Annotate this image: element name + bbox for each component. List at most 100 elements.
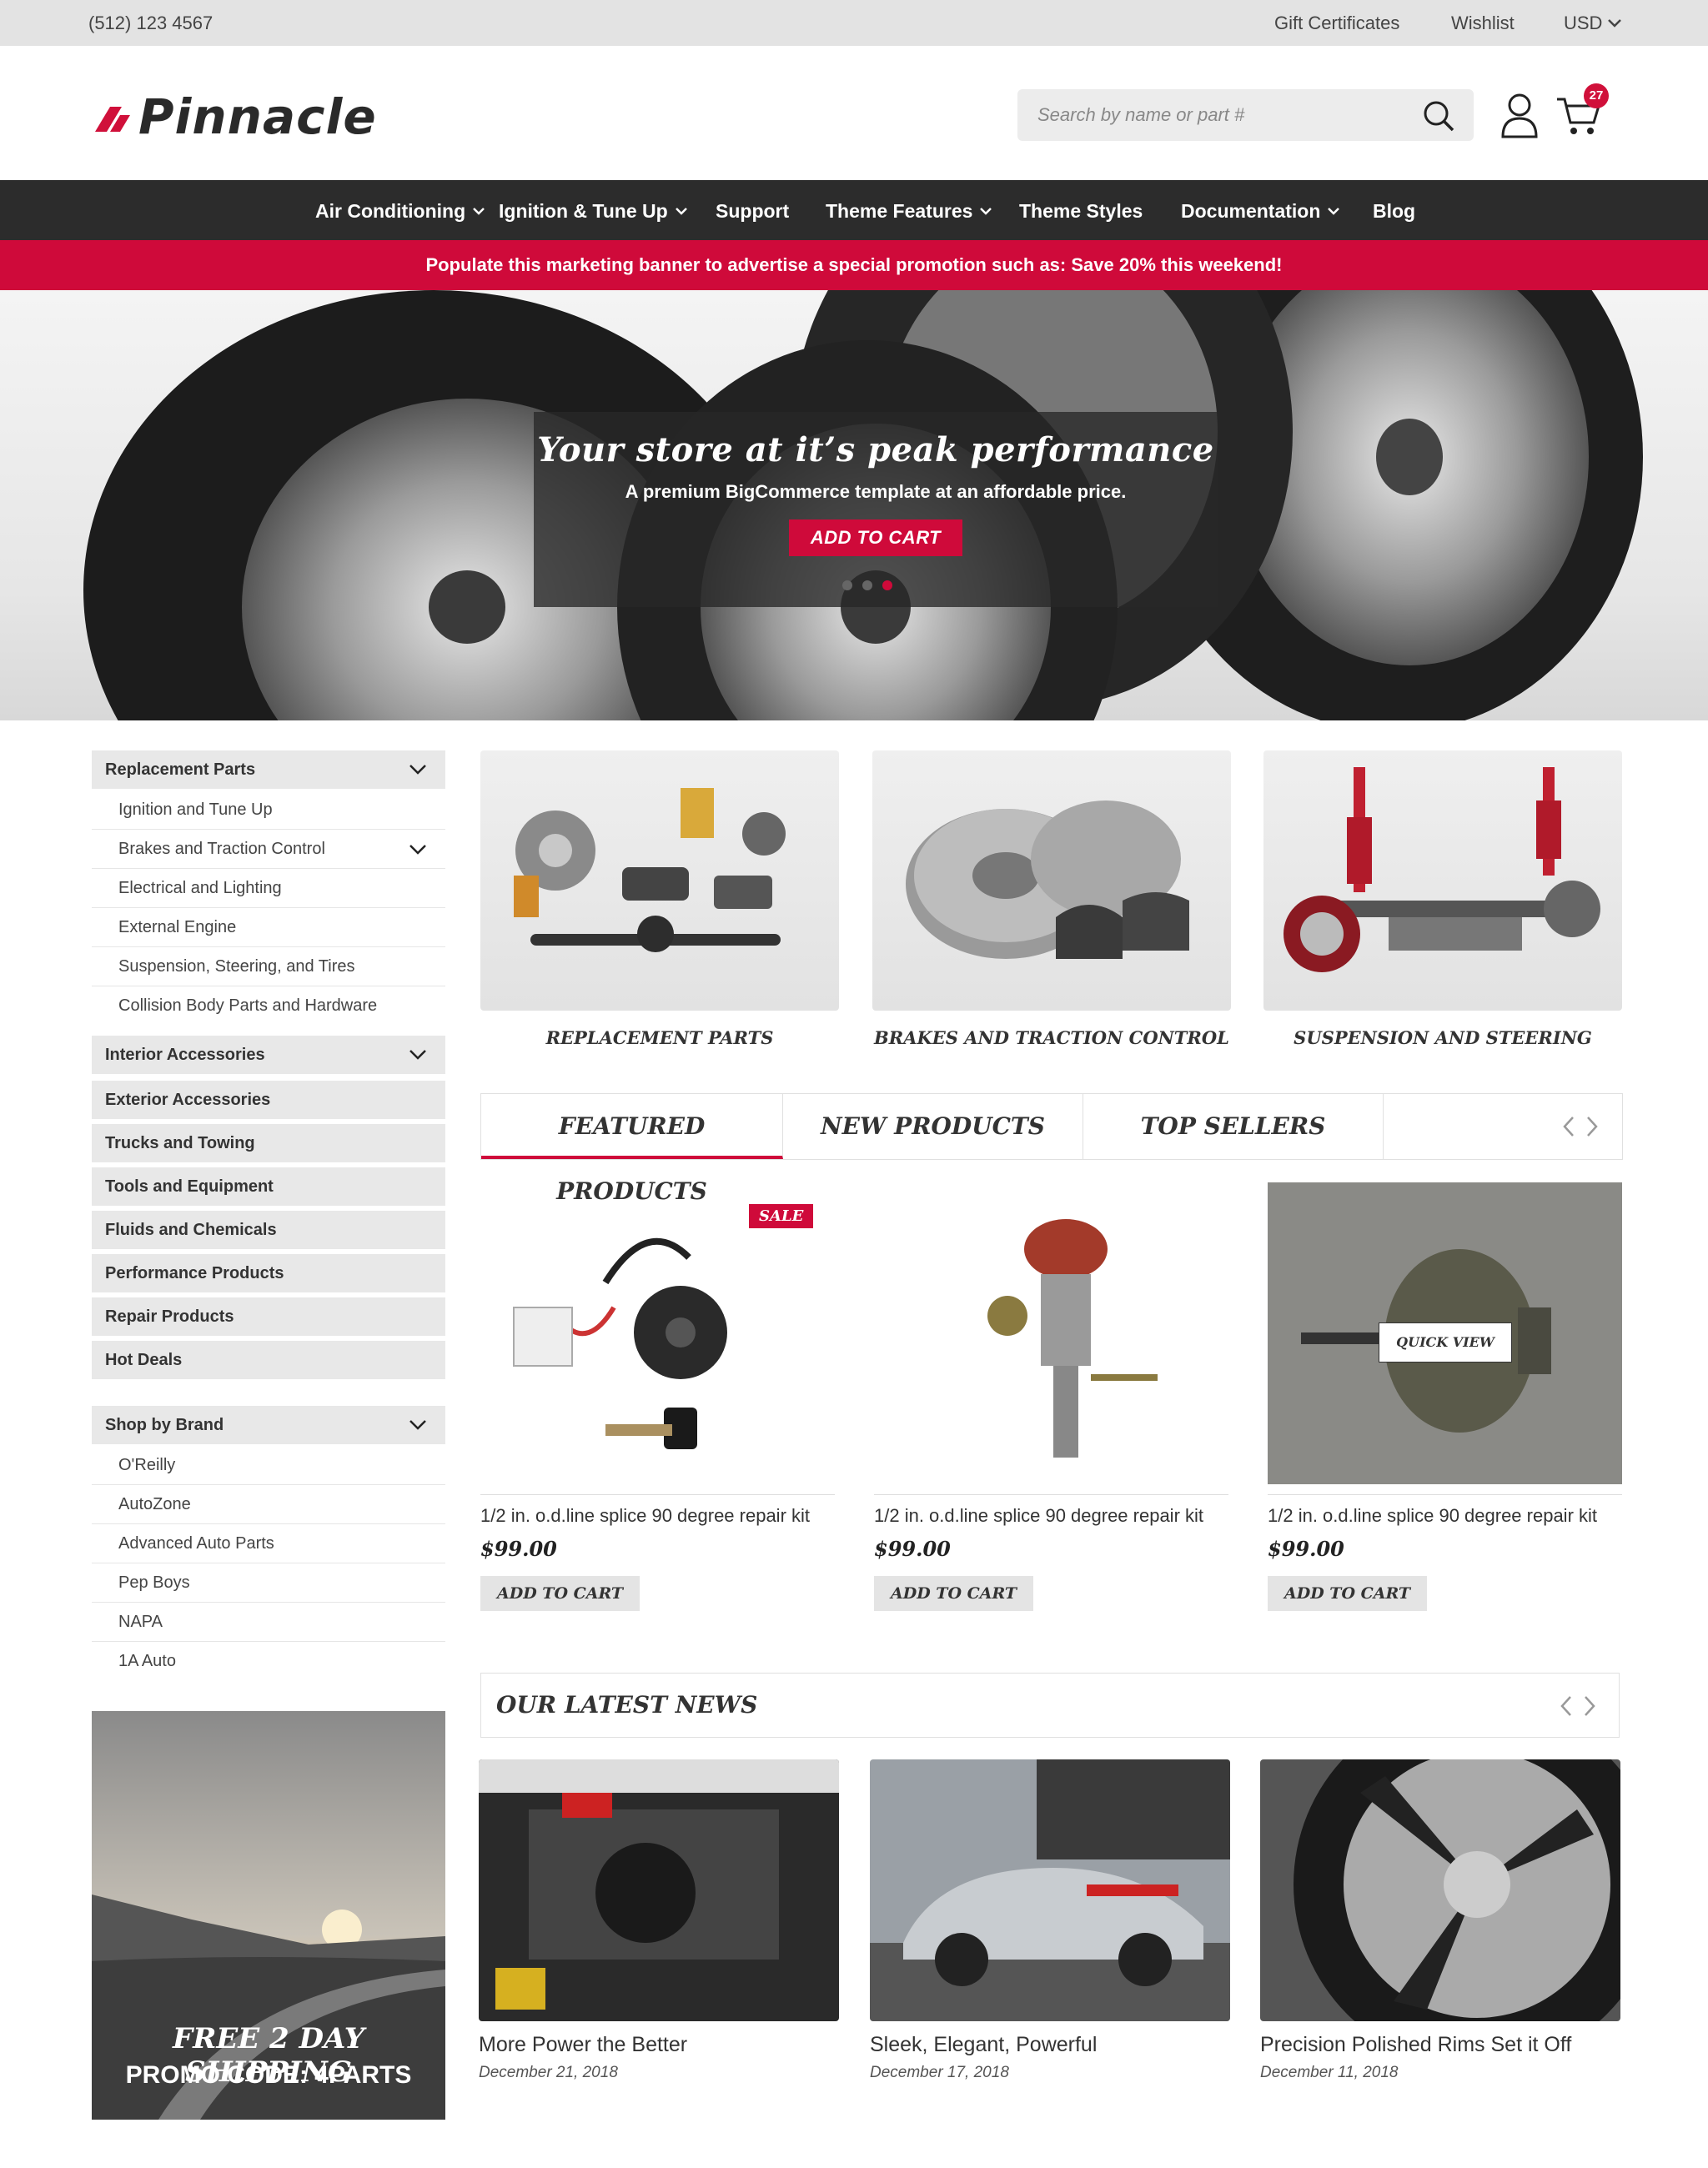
phone-number[interactable]: (512) 123 4567	[88, 13, 213, 34]
add-to-cart-button[interactable]: ADD TO CART	[1268, 1576, 1428, 1611]
nav-item-support[interactable]: Support	[716, 200, 789, 223]
product-image	[874, 1182, 1228, 1484]
product-price: $99.00	[874, 1537, 951, 1561]
nav-label: Ignition & Tune Up	[499, 200, 668, 222]
nav-label: Documentation	[1181, 200, 1321, 222]
sidebar-item[interactable]: Ignition and Tune Up	[92, 790, 445, 830]
hero-caption: Your store at it’s peak performance A pr…	[534, 412, 1218, 607]
product-title[interactable]: 1/2 in. o.d.line splice 90 degree repair…	[874, 1505, 1228, 1527]
hero-slider[interactable]: Your store at it’s peak performance A pr…	[0, 290, 1708, 720]
sidebar-category[interactable]: Hot Deals	[92, 1341, 445, 1379]
nav-item-blog[interactable]: Blog	[1373, 200, 1415, 223]
news-title[interactable]: Precision Polished Rims Set it Off	[1260, 2033, 1620, 2057]
sidebar-item[interactable]: Electrical and Lighting	[92, 869, 445, 908]
category-label: SUSPENSION AND STEERING	[1294, 1027, 1592, 1048]
chevron-down-icon[interactable]	[409, 763, 427, 776]
sidebar-category[interactable]: Trucks and Towing	[92, 1124, 445, 1162]
chevron-down-icon	[1608, 19, 1622, 28]
quick-view-button[interactable]: QUICK VIEW	[1379, 1322, 1512, 1363]
slider-dots	[842, 580, 892, 590]
latest-news-header: OUR LATEST NEWS	[480, 1673, 1620, 1738]
nav-item-theme-features[interactable]: Theme Features	[826, 200, 992, 223]
sidebar-item[interactable]: Suspension, Steering, and Tires	[92, 947, 445, 986]
chevron-right-icon[interactable]	[1581, 1114, 1601, 1139]
news-title[interactable]: Sleek, Elegant, Powerful	[870, 2033, 1230, 2057]
brand-item[interactable]: 1A Auto	[92, 1642, 445, 1681]
chevron-left-icon[interactable]	[1560, 1114, 1580, 1139]
tab-new-products[interactable]: NEW PRODUCTS	[783, 1094, 1083, 1159]
search-input[interactable]	[1017, 89, 1409, 141]
sidebar-header-replacement-parts[interactable]: Replacement Parts	[92, 750, 445, 789]
sidebar-category[interactable]: Performance Products	[92, 1254, 445, 1292]
currency-label: USD	[1564, 13, 1603, 33]
nav-label: Air Conditioning	[315, 200, 466, 222]
sidebar-header-shop-by-brand[interactable]: Shop by Brand	[92, 1406, 445, 1444]
hero-add-to-cart-button[interactable]: ADD TO CART	[788, 519, 963, 556]
brand-item[interactable]: Pep Boys	[92, 1563, 445, 1603]
slider-dot[interactable]	[842, 580, 852, 590]
sidebar-header-interior[interactable]: Interior Accessories	[92, 1036, 445, 1074]
news-card[interactable]: Precision Polished Rims Set it Off Decem…	[1260, 1759, 1620, 2082]
category-label: BRAKES AND TRACTION CONTROL	[874, 1027, 1229, 1048]
add-to-cart-button[interactable]: ADD TO CART	[480, 1576, 640, 1611]
brand-item[interactable]: NAPA	[92, 1603, 445, 1642]
chevron-down-icon	[473, 207, 485, 215]
logo[interactable]: Pinnacle	[92, 88, 377, 146]
chevron-down-icon[interactable]	[409, 1418, 427, 1432]
news-card[interactable]: Sleek, Elegant, Powerful December 17, 20…	[870, 1759, 1230, 2082]
category-card-brakes[interactable]: BRAKES AND TRACTION CONTROL	[872, 750, 1231, 1048]
sidebar-header-label: Interior Accessories	[105, 1046, 265, 1064]
wishlist-link[interactable]: Wishlist	[1451, 13, 1515, 34]
news-card[interactable]: More Power the Better December 21, 2018	[479, 1759, 839, 2082]
chevron-down-icon[interactable]	[409, 843, 427, 856]
chevron-down-icon	[675, 207, 687, 215]
slider-dot-active[interactable]	[882, 580, 892, 590]
add-to-cart-button[interactable]: ADD TO CART	[874, 1576, 1034, 1611]
product-title[interactable]: 1/2 in. o.d.line splice 90 degree repair…	[480, 1505, 835, 1527]
brand-item[interactable]: O'Reilly	[92, 1446, 445, 1485]
sidebar-header-label: Shop by Brand	[105, 1416, 224, 1434]
category-card-suspension[interactable]: SUSPENSION AND STEERING	[1263, 750, 1622, 1048]
sidebar-item-label: Brakes and Traction Control	[118, 840, 325, 858]
slider-dot[interactable]	[862, 580, 872, 590]
category-card-replacement-parts[interactable]: REPLACEMENT PARTS	[480, 750, 839, 1048]
product-card[interactable]: 1/2 in. o.d.line splice 90 degree repair…	[874, 1182, 1228, 1611]
product-card[interactable]: SALE 1/2 in. o.d.line splice 90 degree r…	[480, 1182, 835, 1611]
sidebar-category[interactable]: Exterior Accessories	[92, 1081, 445, 1119]
sidebar-item[interactable]: Collision Body Parts and Hardware	[92, 986, 445, 1026]
sidebar-header-label: Replacement Parts	[105, 760, 256, 779]
product-tabs: FEATURED PRODUCTS NEW PRODUCTS TOP SELLE…	[480, 1093, 1623, 1205]
chevron-right-icon[interactable]	[1579, 1694, 1599, 1719]
tab-top-sellers[interactable]: TOP SELLERS	[1083, 1094, 1384, 1159]
brand-item[interactable]: AutoZone	[92, 1485, 445, 1524]
carousel-arrows	[1560, 1114, 1610, 1139]
account-icon[interactable]	[1500, 92, 1540, 138]
chevron-left-icon[interactable]	[1557, 1694, 1577, 1719]
tab-featured-products[interactable]: FEATURED PRODUCTS	[481, 1094, 783, 1205]
gift-certificates-link[interactable]: Gift Certificates	[1274, 13, 1399, 34]
product-card[interactable]: QUICK VIEW 1/2 in. o.d.line splice 90 de…	[1268, 1182, 1622, 1611]
news-title[interactable]: More Power the Better	[479, 2033, 839, 2057]
site-header: Pinnacle 27	[0, 46, 1708, 180]
product-title[interactable]: 1/2 in. o.d.line splice 90 degree repair…	[1268, 1505, 1622, 1527]
hero-subtitle: A premium BigCommerce template at an aff…	[625, 481, 1127, 502]
shipping-promo-banner[interactable]: FREE 2 DAY SHIPPING PROMO CODE: 4PARTS	[92, 1711, 445, 2120]
nav-item-ignition[interactable]: Ignition & Tune Up	[499, 200, 688, 223]
currency-selector[interactable]: USD	[1564, 13, 1622, 34]
nav-item-documentation[interactable]: Documentation	[1181, 200, 1340, 223]
sidebar-category[interactable]: Fluids and Chemicals	[92, 1211, 445, 1249]
promo-banner[interactable]: Populate this marketing banner to advert…	[0, 240, 1708, 290]
brand-item[interactable]: Advanced Auto Parts	[92, 1524, 445, 1563]
sidebar-item-label: Ignition and Tune Up	[118, 800, 273, 819]
category-image	[872, 750, 1231, 1011]
sidebar-item[interactable]: Brakes and Traction Control	[92, 830, 445, 869]
sidebar-category[interactable]: Repair Products	[92, 1297, 445, 1336]
sidebar-category[interactable]: Tools and Equipment	[92, 1167, 445, 1206]
nav-item-theme-styles[interactable]: Theme Styles	[1019, 200, 1143, 223]
search-icon[interactable]	[1422, 99, 1455, 133]
sidebar-item[interactable]: External Engine	[92, 908, 445, 947]
news-date: December 17, 2018	[870, 2064, 1009, 2081]
sidebar-item-label: Suspension, Steering, and Tires	[118, 957, 355, 976]
chevron-down-icon[interactable]	[409, 1048, 427, 1061]
nav-item-air-conditioning[interactable]: Air Conditioning	[315, 200, 485, 223]
